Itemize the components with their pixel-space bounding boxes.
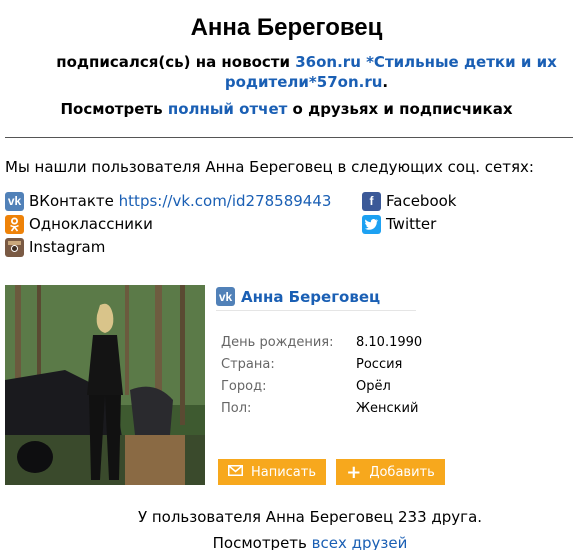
subscribed-suffix: . <box>382 73 389 91</box>
country-value: Россия <box>356 357 403 372</box>
ok-label: Одноклассники <box>29 215 153 233</box>
twitter-icon <box>362 214 381 234</box>
instagram-label: Instagram <box>29 238 106 256</box>
vk-icon: vk <box>5 191 24 211</box>
odnoklassniki-icon <box>5 214 24 234</box>
found-networks-text: Мы нашли пользователя Анна Береговец в с… <box>5 158 534 176</box>
facebook-label: Facebook <box>386 192 457 210</box>
network-ok: Одноклассники <box>5 214 153 234</box>
birthday-label: День рождения: <box>221 335 334 350</box>
write-label: Написать <box>250 464 317 480</box>
write-message-button[interactable]: Написать <box>218 459 326 485</box>
gender-label: Пол: <box>221 401 252 416</box>
facebook-icon: f <box>362 191 381 211</box>
subscribed-text: подписался(сь) на новости <box>56 53 290 71</box>
page-title: Анна Береговец <box>190 14 383 41</box>
divider <box>5 137 573 138</box>
friends-count: У пользователя Анна Береговец 233 друга. <box>137 508 483 526</box>
network-twitter: Twitter <box>362 214 436 234</box>
vk-profile-link[interactable]: https://vk.com/id278589443 <box>119 192 332 210</box>
report-prefix: Посмотреть <box>60 100 163 118</box>
network-instagram: Instagram <box>5 237 105 257</box>
profile-card-header: vk Анна Береговец <box>216 283 416 311</box>
profile-name-link[interactable]: Анна Береговец <box>241 288 380 306</box>
plus-icon: + <box>346 461 362 483</box>
full-report-link[interactable]: полный отчет <box>168 100 287 118</box>
view-prefix: Посмотреть <box>212 534 307 550</box>
envelope-icon <box>227 464 243 480</box>
country-label: Страна: <box>221 357 275 372</box>
report-suffix: о друзьях и подписчиках <box>292 100 513 118</box>
instagram-icon <box>5 237 24 257</box>
city-label: Город: <box>221 379 267 394</box>
city-value: Орёл <box>356 379 391 394</box>
vk-label: ВКонтакте <box>29 192 114 210</box>
report-notice: Посмотреть полный отчет о друзьях и подп… <box>0 100 573 118</box>
view-all-friends: Посмотреть всех друзей <box>0 534 573 550</box>
add-label: Добавить <box>369 464 435 480</box>
gender-value: Женский <box>356 401 419 416</box>
add-friend-button[interactable]: + Добавить <box>336 459 445 485</box>
network-facebook: f Facebook <box>362 191 456 211</box>
network-vk: vk ВКонтакте https://vk.com/id278589443 <box>5 191 331 211</box>
vk-icon: vk <box>216 287 235 306</box>
twitter-label: Twitter <box>386 215 437 233</box>
profile-photo[interactable] <box>5 285 205 485</box>
birthday-value: 8.10.1990 <box>356 335 423 350</box>
all-friends-link[interactable]: всех друзей <box>312 534 408 550</box>
subscription-notice: подписался(сь) на новости 36on.ru *Стиль… <box>40 52 573 92</box>
